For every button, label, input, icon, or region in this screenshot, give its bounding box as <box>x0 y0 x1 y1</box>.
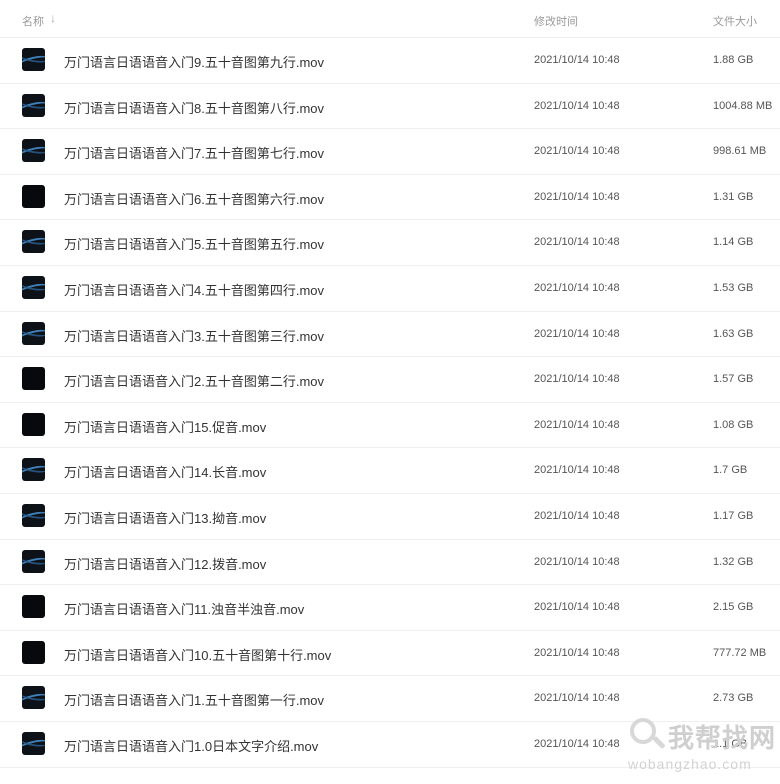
file-modified-time: 2021/10/14 10:48 <box>534 145 620 158</box>
file-size: 1.7 GB <box>713 464 748 477</box>
video-thumbnail-icon <box>22 731 45 755</box>
file-name[interactable]: 万门语言日语语音入门1.五十音图第一行.mov <box>64 690 324 709</box>
video-thumbnail-icon <box>22 184 45 208</box>
file-row[interactable]: 万门语言日语语音入门4.五十音图第四行.mov 2021/10/14 10:48 1… <box>0 266 780 312</box>
file-list: 万门语言日语语音入门9.五十音图第九行.mov 2021/10/14 10:48 1… <box>0 38 780 768</box>
file-modified-time: 2021/10/14 10:48 <box>534 601 620 614</box>
file-row[interactable]: 万门语言日语语音入门12.拨音.mov 2021/10/14 10:48 1.32 … <box>0 540 780 586</box>
file-size: 1.17 GB <box>713 509 754 522</box>
video-thumbnail-icon <box>22 686 45 710</box>
video-thumbnail-icon <box>22 595 45 619</box>
file-name[interactable]: 万门语言日语语音入门5.五十音图第五行.mov <box>64 234 324 253</box>
file-name[interactable]: 万门语言日语语音入门14.长音.mov <box>64 462 266 481</box>
file-row[interactable]: 万门语言日语语音入门5.五十音图第五行.mov 2021/10/14 10:48 1… <box>0 220 780 266</box>
file-modified-time: 2021/10/14 10:48 <box>534 373 620 386</box>
column-header-modified[interactable]: 修改时间 <box>534 13 578 29</box>
video-thumbnail-icon <box>22 367 45 391</box>
video-thumbnail-icon <box>22 230 45 254</box>
file-name[interactable]: 万门语言日语语音入门4.五十音图第四行.mov <box>64 280 324 299</box>
video-thumbnail-icon <box>22 640 45 664</box>
file-size: 998.61 MB <box>713 145 767 158</box>
video-thumbnail-icon <box>22 139 45 163</box>
file-modified-time: 2021/10/14 10:48 <box>534 99 620 112</box>
file-name[interactable]: 万门语言日语语音入门10.五十音图第十行.mov <box>64 645 331 664</box>
video-thumbnail-icon <box>22 412 45 436</box>
file-name[interactable]: 万门语言日语语音入门3.五十音图第三行.mov <box>64 326 324 345</box>
file-row[interactable]: 万门语言日语语音入门15.促音.mov 2021/10/14 10:48 1.08 … <box>0 403 780 449</box>
video-thumbnail-icon <box>22 549 45 573</box>
file-size: 1.63 GB <box>713 327 754 340</box>
video-thumbnail-icon <box>22 93 45 117</box>
file-size: 2.73 GB <box>713 692 754 705</box>
file-modified-time: 2021/10/14 10:48 <box>534 236 620 249</box>
video-thumbnail-icon <box>22 275 45 299</box>
video-thumbnail-icon <box>22 458 45 482</box>
column-header-size[interactable]: 文件大小 <box>713 13 757 29</box>
file-modified-time: 2021/10/14 10:48 <box>534 327 620 340</box>
file-row[interactable]: 万门语言日语语音入门6.五十音图第六行.mov 2021/10/14 10:48 1… <box>0 175 780 221</box>
file-size: 1.32 GB <box>713 555 754 568</box>
file-modified-time: 2021/10/14 10:48 <box>534 190 620 203</box>
video-thumbnail-icon <box>22 503 45 527</box>
file-modified-time: 2021/10/14 10:48 <box>534 509 620 522</box>
file-row[interactable]: 万门语言日语语音入门3.五十音图第三行.mov 2021/10/14 10:48 1… <box>0 312 780 358</box>
file-size: 1.57 GB <box>713 373 754 386</box>
sort-arrow-icon[interactable]: ↓ <box>50 11 56 25</box>
file-row[interactable]: 万门语言日语语音入门9.五十音图第九行.mov 2021/10/14 10:48 1… <box>0 38 780 84</box>
file-name[interactable]: 万门语言日语语音入门1.0日本文字介绍.mov <box>64 736 318 755</box>
file-name[interactable]: 万门语言日语语音入门7.五十音图第七行.mov <box>64 143 324 162</box>
file-row[interactable]: 万门语言日语语音入门1.五十音图第一行.mov 2021/10/14 10:48 2… <box>0 676 780 722</box>
file-name[interactable]: 万门语言日语语音入门11.浊音半浊音.mov <box>64 599 304 618</box>
file-row[interactable]: 万门语言日语语音入门13.拗音.mov 2021/10/14 10:48 1.17 … <box>0 494 780 540</box>
file-name[interactable]: 万门语言日语语音入门12.拨音.mov <box>64 554 266 573</box>
file-size: 1.31 GB <box>713 190 754 203</box>
file-row[interactable]: 万门语言日语语音入门10.五十音图第十行.mov 2021/10/14 10:48… <box>0 631 780 677</box>
file-name[interactable]: 万门语言日语语音入门2.五十音图第二行.mov <box>64 371 324 390</box>
file-row[interactable]: 万门语言日语语音入门8.五十音图第八行.mov 2021/10/14 10:48 1… <box>0 84 780 130</box>
file-name[interactable]: 万门语言日语语音入门6.五十音图第六行.mov <box>64 189 324 208</box>
file-modified-time: 2021/10/14 10:48 <box>534 692 620 705</box>
file-list-header: 名称 ↓ 修改时间 文件大小 <box>0 0 780 38</box>
file-name[interactable]: 万门语言日语语音入门15.促音.mov <box>64 417 266 436</box>
file-modified-time: 2021/10/14 10:48 <box>534 54 620 66</box>
file-name[interactable]: 万门语言日语语音入门13.拗音.mov <box>64 508 266 527</box>
file-size: 1.08 GB <box>713 418 754 431</box>
file-modified-time: 2021/10/14 10:48 <box>534 646 620 659</box>
file-row[interactable]: 万门语言日语语音入门11.浊音半浊音.mov 2021/10/14 10:48 2.… <box>0 585 780 631</box>
video-thumbnail-icon <box>22 48 45 71</box>
video-thumbnail-icon <box>22 321 45 345</box>
file-row[interactable]: 万门语言日语语音入门2.五十音图第二行.mov 2021/10/14 10:48 1… <box>0 357 780 403</box>
file-name[interactable]: 万门语言日语语音入门8.五十音图第八行.mov <box>64 98 324 117</box>
file-modified-time: 2021/10/14 10:48 <box>534 464 620 477</box>
file-modified-time: 2021/10/14 10:48 <box>534 555 620 568</box>
file-modified-time: 2021/10/14 10:48 <box>534 281 620 294</box>
file-row[interactable]: 万门语言日语语音入门14.长音.mov 2021/10/14 10:48 1.7 G… <box>0 448 780 494</box>
file-size: 777.72 MB <box>713 646 767 659</box>
file-size: 1.1 GB <box>713 737 748 750</box>
file-name[interactable]: 万门语言日语语音入门9.五十音图第九行.mov <box>64 52 324 71</box>
file-modified-time: 2021/10/14 10:48 <box>534 737 620 750</box>
file-size: 2.15 GB <box>713 601 754 614</box>
column-header-name[interactable]: 名称 <box>22 13 44 29</box>
file-size: 1.14 GB <box>713 236 754 249</box>
file-row[interactable]: 万门语言日语语音入门7.五十音图第七行.mov 2021/10/14 10:48 9… <box>0 129 780 175</box>
file-size: 1.88 GB <box>713 54 754 66</box>
file-size: 1.53 GB <box>713 281 754 294</box>
file-size: 1004.88 MB <box>713 99 773 112</box>
file-row[interactable]: 万门语言日语语音入门1.0日本文字介绍.mov 2021/10/14 10:48 1… <box>0 722 780 768</box>
file-modified-time: 2021/10/14 10:48 <box>534 418 620 431</box>
